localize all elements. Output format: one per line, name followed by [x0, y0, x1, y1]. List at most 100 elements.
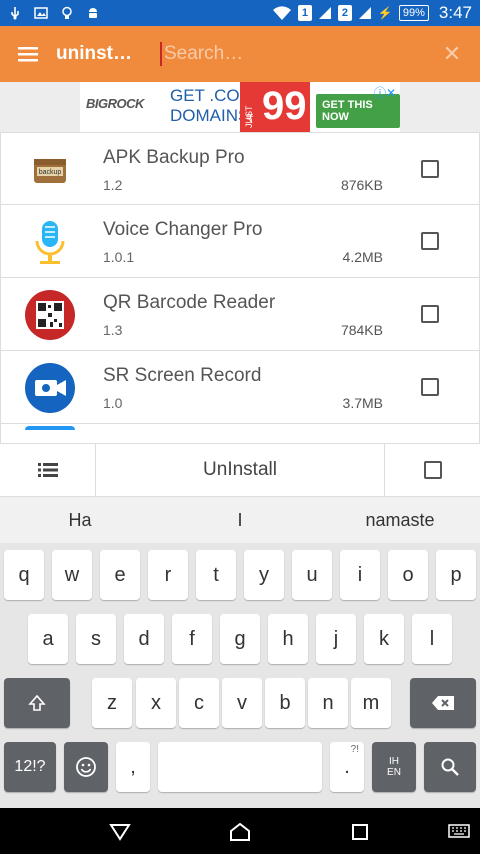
- home-button[interactable]: [224, 816, 256, 848]
- key[interactable]: m: [351, 678, 391, 728]
- clear-search-button[interactable]: ✕: [424, 26, 480, 82]
- key[interactable]: x: [136, 678, 176, 728]
- sim1-badge: 1: [297, 5, 312, 21]
- list-item[interactable]: QR Barcode Reader 1.3 784KB: [0, 278, 480, 351]
- navigation-bar: [0, 808, 480, 854]
- text-cursor: [160, 42, 162, 66]
- key[interactable]: c: [179, 678, 219, 728]
- list-view-button[interactable]: [0, 444, 96, 496]
- sim2-badge: 2: [337, 5, 352, 21]
- key[interactable]: h: [268, 614, 308, 664]
- search-input[interactable]: [164, 43, 424, 65]
- key[interactable]: v: [222, 678, 262, 728]
- suggestion[interactable]: I: [160, 510, 320, 531]
- key[interactable]: f: [172, 614, 212, 664]
- app-list: backup APK Backup Pro 1.2 876KB Voice Ch…: [0, 132, 480, 443]
- keyboard-switch-button[interactable]: [446, 820, 472, 842]
- key[interactable]: k: [364, 614, 404, 664]
- ad-banner[interactable]: BIGROCK GET .COM DOMAINS JUST ₹ 99 GET T…: [80, 82, 400, 132]
- app-name: QR Barcode Reader: [103, 292, 276, 313]
- hamburger-icon: [18, 47, 38, 62]
- select-all-checkbox-cell[interactable]: [384, 444, 480, 496]
- search-box[interactable]: [160, 26, 424, 82]
- app-toolbar: uninst… ✕: [0, 26, 480, 82]
- wifi-icon: [272, 6, 291, 20]
- key[interactable]: i: [340, 550, 380, 600]
- key[interactable]: l: [412, 614, 452, 664]
- key[interactable]: a: [28, 614, 68, 664]
- svg-text:backup: backup: [39, 169, 62, 176]
- list-icon: [37, 463, 58, 477]
- ad-strip: BIGROCK GET .COM DOMAINS JUST ₹ 99 GET T…: [0, 82, 480, 132]
- key[interactable]: u: [292, 550, 332, 600]
- app-name: APK Backup Pro: [103, 147, 245, 168]
- search-key[interactable]: [424, 742, 476, 792]
- app-size: 876KB: [340, 177, 383, 193]
- screen: { "status": {"sim1": "1", "sim2": "2", "…: [0, 0, 480, 854]
- select-checkbox[interactable]: [421, 378, 439, 396]
- suggestion-strip: Ha I namaste: [0, 497, 480, 543]
- key[interactable]: z: [92, 678, 132, 728]
- back-icon: [109, 824, 131, 841]
- select-checkbox[interactable]: [421, 305, 439, 323]
- backspace-icon: [432, 696, 454, 710]
- recents-button[interactable]: [344, 816, 376, 848]
- key[interactable]: d: [124, 614, 164, 664]
- key[interactable]: w: [52, 550, 92, 600]
- comma-key[interactable]: ,: [116, 742, 150, 792]
- app-name: SR Screen Record: [103, 365, 262, 386]
- space-key[interactable]: [158, 742, 322, 792]
- list-item[interactable]: SR Screen Record 1.0 3.7MB: [0, 351, 480, 424]
- android-icon: [89, 8, 97, 18]
- app-size: 3.7MB: [342, 395, 383, 411]
- key[interactable]: y: [244, 550, 284, 600]
- backspace-key[interactable]: [410, 678, 476, 728]
- select-checkbox[interactable]: [421, 160, 439, 178]
- key[interactable]: p: [436, 550, 476, 600]
- ad-price: 99: [262, 84, 307, 128]
- app-version: 1.0: [103, 395, 123, 411]
- shift-icon: [28, 694, 46, 711]
- usb-icon: [11, 7, 19, 20]
- key[interactable]: e: [100, 550, 140, 600]
- list-item[interactable]: Voice Changer Pro 1.0.1 4.2MB: [0, 205, 480, 278]
- ad-info-icon[interactable]: ⓘ✕: [374, 84, 396, 101]
- key[interactable]: s: [76, 614, 116, 664]
- key[interactable]: t: [196, 550, 236, 600]
- language-top: IH: [389, 756, 399, 767]
- key[interactable]: g: [220, 614, 260, 664]
- suggestion[interactable]: namaste: [320, 510, 480, 531]
- search-icon: [441, 758, 459, 776]
- key[interactable]: n: [308, 678, 348, 728]
- key[interactable]: r: [148, 550, 188, 600]
- language-bottom: EN: [387, 767, 401, 778]
- clock: 3:47: [438, 3, 472, 22]
- key[interactable]: j: [316, 614, 356, 664]
- app-size: 784KB: [340, 322, 383, 338]
- suggestion[interactable]: Ha: [0, 510, 160, 531]
- period-key[interactable]: ?! .: [330, 742, 364, 792]
- soft-keyboard: Ha I namaste q w e r t y u i o p a s d f…: [0, 497, 480, 808]
- list-item[interactable]: backup APK Backup Pro 1.2 876KB: [0, 132, 480, 205]
- language-key[interactable]: IH EN: [372, 742, 416, 792]
- uninstall-button[interactable]: UnInstall: [96, 444, 384, 496]
- ad-rupee: ₹: [246, 112, 254, 126]
- menu-button[interactable]: [0, 26, 56, 82]
- period-hint: ?!: [350, 744, 359, 755]
- signal-icon: [318, 7, 331, 19]
- back-button[interactable]: [104, 816, 136, 848]
- select-checkbox[interactable]: [421, 232, 439, 250]
- app-version: 1.3: [103, 322, 123, 338]
- key[interactable]: b: [265, 678, 305, 728]
- battery-level: 99%: [398, 5, 429, 21]
- app-version: 1.0.1: [103, 249, 135, 265]
- symbols-key[interactable]: 12!?: [4, 742, 56, 792]
- select-all-checkbox[interactable]: [423, 461, 442, 479]
- lightbulb-icon: [62, 6, 72, 19]
- shift-key[interactable]: [4, 678, 70, 728]
- emoji-key[interactable]: [64, 742, 108, 792]
- key[interactable]: q: [4, 550, 44, 600]
- app-size: 4.2MB: [342, 249, 383, 265]
- key[interactable]: o: [388, 550, 428, 600]
- ad-brand: BIGROCK: [86, 96, 144, 111]
